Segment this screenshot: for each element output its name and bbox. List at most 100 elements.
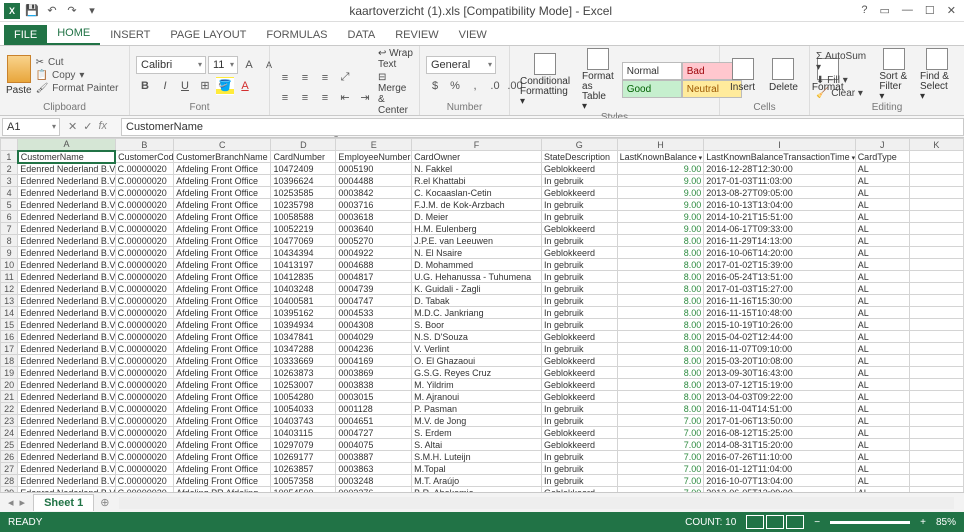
data-cell[interactable]: 2013-07-12T15:19:00 <box>704 379 855 391</box>
data-cell[interactable]: 7.00 <box>617 463 704 475</box>
data-cell[interactable]: C.00000020 <box>115 379 173 391</box>
row-header[interactable]: 14 <box>1 307 18 319</box>
row-header[interactable]: 21 <box>1 391 18 403</box>
autosum-button[interactable]: Σ AutoSum ▾ <box>816 51 871 73</box>
maximize-icon[interactable]: ☐ <box>925 4 935 17</box>
data-cell[interactable]: C.00000020 <box>115 247 173 259</box>
data-cell[interactable]: Afdeling Front Office <box>174 295 271 307</box>
data-cell[interactable]: In gebruik <box>541 451 617 463</box>
data-cell[interactable]: AL <box>855 343 909 355</box>
align-right-icon[interactable]: ≡ <box>316 89 334 107</box>
data-cell[interactable]: AL <box>855 487 909 493</box>
data-cell[interactable]: 8.00 <box>617 355 704 367</box>
redo-icon[interactable]: ↷ <box>64 3 80 19</box>
header-cell[interactable]: LastKnownBalance ▾ <box>617 151 704 163</box>
data-cell[interactable]: Edenred Nederland B.V. <box>18 415 115 427</box>
data-cell[interactable] <box>909 355 963 367</box>
data-cell[interactable]: 0004488 <box>336 175 412 187</box>
data-cell[interactable]: C.00000020 <box>115 403 173 415</box>
data-cell[interactable]: P. Pasman <box>412 403 542 415</box>
data-cell[interactable]: In gebruik <box>541 343 617 355</box>
data-cell[interactable]: 8.00 <box>617 331 704 343</box>
column-header[interactable]: D <box>271 139 336 151</box>
data-cell[interactable]: H.M. Eulenberg <box>412 223 542 235</box>
header-cell[interactable]: CustomerCode <box>115 151 173 163</box>
data-cell[interactable]: 0003716 <box>336 199 412 211</box>
data-cell[interactable]: AL <box>855 439 909 451</box>
percent-icon[interactable]: % <box>446 77 464 95</box>
data-cell[interactable]: In gebruik <box>541 199 617 211</box>
data-cell[interactable]: 2016-05-24T13:51:00 <box>704 271 855 283</box>
data-cell[interactable]: 0003276 <box>336 487 412 493</box>
data-cell[interactable]: C.00000020 <box>115 307 173 319</box>
data-cell[interactable]: Afdeling Front Office <box>174 427 271 439</box>
data-cell[interactable]: 0004236 <box>336 343 412 355</box>
data-cell[interactable]: C. Kocaaslan-Cetin <box>412 187 542 199</box>
data-cell[interactable]: AL <box>855 331 909 343</box>
data-cell[interactable]: 10403743 <box>271 415 336 427</box>
row-header[interactable]: 22 <box>1 403 18 415</box>
enter-formula-icon[interactable]: ✓ <box>83 120 92 133</box>
tab-page-layout[interactable]: PAGE LAYOUT <box>160 25 256 45</box>
data-cell[interactable]: Afdeling Front Office <box>174 463 271 475</box>
data-cell[interactable]: AL <box>855 427 909 439</box>
data-cell[interactable]: 7.00 <box>617 487 704 493</box>
data-cell[interactable]: Edenred Nederland B.V. <box>18 211 115 223</box>
border-button[interactable]: ⊞ <box>196 77 214 95</box>
data-cell[interactable]: Edenred Nederland B.V. <box>18 175 115 187</box>
row-header[interactable]: 29 <box>1 487 18 493</box>
data-cell[interactable] <box>909 175 963 187</box>
data-cell[interactable]: 8.00 <box>617 367 704 379</box>
style-good[interactable]: Good <box>622 80 682 98</box>
data-cell[interactable]: 2016-11-16T15:30:00 <box>704 295 855 307</box>
font-name-combo[interactable]: Calibri <box>136 56 206 74</box>
data-cell[interactable]: 8.00 <box>617 295 704 307</box>
data-cell[interactable]: Geblokkeerd <box>541 247 617 259</box>
column-header[interactable]: G <box>541 139 617 151</box>
tab-formulas[interactable]: FORMULAS <box>256 25 337 45</box>
data-cell[interactable]: 0005270 <box>336 235 412 247</box>
data-cell[interactable]: 2014-10-21T15:51:00 <box>704 211 855 223</box>
data-cell[interactable]: Afdeling Front Office <box>174 439 271 451</box>
sheet-tab[interactable]: Sheet 1 <box>33 494 94 511</box>
data-cell[interactable]: Afdeling Front Office <box>174 367 271 379</box>
data-cell[interactable]: 0005190 <box>336 163 412 175</box>
data-cell[interactable] <box>909 247 963 259</box>
data-cell[interactable]: 2013-08-27T09:05:00 <box>704 187 855 199</box>
header-cell[interactable] <box>909 151 963 163</box>
header-cell[interactable]: LastKnownBalanceTransactionTime ▾ <box>704 151 855 163</box>
data-cell[interactable]: Afdeling Front Office <box>174 355 271 367</box>
sheet-nav-last-icon[interactable]: ▸ <box>20 496 26 509</box>
data-cell[interactable]: Edenred Nederland B.V. <box>18 367 115 379</box>
data-cell[interactable]: D. Tabak <box>412 295 542 307</box>
data-cell[interactable]: AL <box>855 319 909 331</box>
data-cell[interactable] <box>909 211 963 223</box>
data-cell[interactable]: 2015-10-19T10:26:00 <box>704 319 855 331</box>
data-cell[interactable]: 0004651 <box>336 415 412 427</box>
data-cell[interactable]: AL <box>855 307 909 319</box>
data-cell[interactable]: Edenred Nederland B.V. <box>18 475 115 487</box>
data-cell[interactable]: 2016-08-12T15:25:00 <box>704 427 855 439</box>
row-header[interactable]: 20 <box>1 379 18 391</box>
data-cell[interactable]: 7.00 <box>617 415 704 427</box>
data-cell[interactable]: 2017-01-02T15:39:00 <box>704 259 855 271</box>
data-cell[interactable]: 10263873 <box>271 367 336 379</box>
align-left-icon[interactable]: ≡ <box>276 89 294 107</box>
insert-cells-button[interactable]: Insert <box>726 58 759 93</box>
data-cell[interactable]: In gebruik <box>541 259 617 271</box>
data-cell[interactable] <box>909 463 963 475</box>
data-cell[interactable]: Edenred Nederland B.V. <box>18 439 115 451</box>
data-cell[interactable]: 10347288 <box>271 343 336 355</box>
data-cell[interactable] <box>909 283 963 295</box>
data-cell[interactable]: Edenred Nederland B.V. <box>18 355 115 367</box>
help-icon[interactable]: ? <box>861 4 867 17</box>
row-header[interactable]: 19 <box>1 367 18 379</box>
tab-review[interactable]: REVIEW <box>385 25 448 45</box>
data-cell[interactable]: 10394934 <box>271 319 336 331</box>
data-cell[interactable]: Edenred Nederland B.V. <box>18 463 115 475</box>
data-cell[interactable]: 2013-09-30T16:43:00 <box>704 367 855 379</box>
data-cell[interactable]: Afdeling Front Office <box>174 415 271 427</box>
row-header[interactable]: 11 <box>1 271 18 283</box>
header-cell[interactable]: StateDescription <box>541 151 617 163</box>
data-cell[interactable]: Edenred Nederland B.V. <box>18 487 115 493</box>
